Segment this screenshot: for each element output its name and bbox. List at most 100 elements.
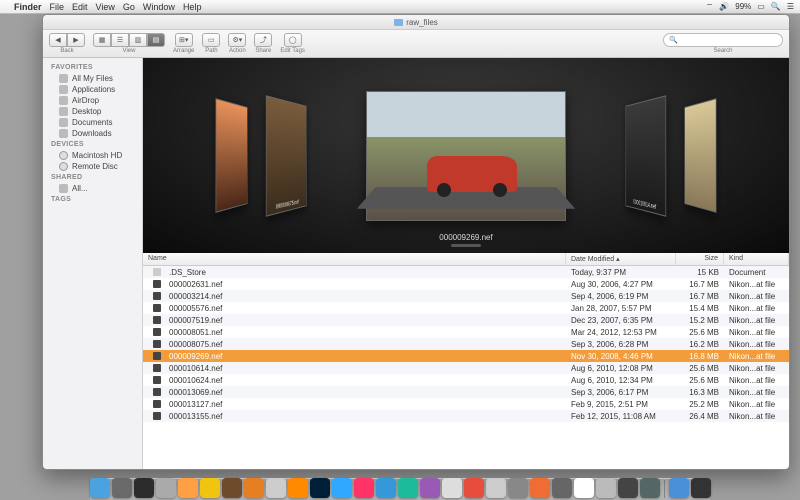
battery-icon[interactable]: ▭ <box>757 2 765 11</box>
dock-app[interactable] <box>669 478 689 498</box>
coverflow[interactable]: 000008075.nef 000010614.nef 000009269.ne… <box>143 58 789 253</box>
dock-app[interactable] <box>508 478 528 498</box>
table-row[interactable]: 000009269.nefNov 30, 2008, 4:46 PM16.8 M… <box>143 350 789 362</box>
menu-view[interactable]: View <box>96 2 115 12</box>
menu-edit[interactable]: Edit <box>72 2 88 12</box>
dock-app[interactable] <box>552 478 572 498</box>
table-row[interactable]: 000013069.nefSep 3, 2006, 6:17 PM16.3 MB… <box>143 386 789 398</box>
dock-app[interactable] <box>310 478 330 498</box>
path-button[interactable]: ▭ <box>202 33 220 47</box>
dock-app[interactable] <box>178 478 198 498</box>
menu-window[interactable]: Window <box>143 2 175 12</box>
sidebar-item[interactable]: Documents <box>43 117 142 128</box>
dock-app[interactable] <box>200 478 220 498</box>
column-date[interactable]: Date Modified ▴ <box>566 253 676 265</box>
table-row[interactable]: 000013155.nefFeb 12, 2015, 11:08 AM26.4 … <box>143 410 789 422</box>
action-button[interactable]: ⚙▾ <box>228 33 246 47</box>
dock-app[interactable] <box>244 478 264 498</box>
coverflow-item[interactable] <box>684 98 716 213</box>
notification-center-icon[interactable]: ☰ <box>787 2 794 11</box>
volume-icon[interactable]: 🔊 <box>719 2 729 11</box>
sidebar: FAVORITES All My FilesApplicationsAirDro… <box>43 58 143 469</box>
dock-app[interactable] <box>398 478 418 498</box>
dock-app[interactable] <box>222 478 242 498</box>
table-row[interactable]: 000010614.nefAug 6, 2010, 12:08 PM25.6 M… <box>143 362 789 374</box>
table-row[interactable]: 000005576.nefJan 28, 2007, 5:57 PM15.4 M… <box>143 302 789 314</box>
sidebar-item-label: Macintosh HD <box>72 151 122 160</box>
coverflow-center[interactable] <box>366 91 566 221</box>
share-button[interactable]: ⤴ <box>254 33 272 47</box>
column-size[interactable]: Size <box>676 253 724 265</box>
dock-app[interactable] <box>420 478 440 498</box>
dock-app[interactable] <box>332 478 352 498</box>
view-icon-button[interactable]: ▦ <box>93 33 111 47</box>
view-coverflow-button[interactable]: ▤ <box>147 33 165 47</box>
file-date: Sep 3, 2006, 6:28 PM <box>566 340 676 349</box>
menu-help[interactable]: Help <box>183 2 202 12</box>
forward-button[interactable]: ▶ <box>67 33 85 47</box>
dock-app[interactable] <box>574 478 594 498</box>
sidebar-item[interactable]: Macintosh HD <box>43 150 142 161</box>
column-kind[interactable]: Kind <box>724 253 789 265</box>
table-row[interactable]: 000008075.nefSep 3, 2006, 6:28 PM16.2 MB… <box>143 338 789 350</box>
dock-app[interactable] <box>691 478 711 498</box>
arrange-button[interactable]: ⊞▾ <box>175 33 193 47</box>
wifi-icon[interactable]: ⌔ <box>706 2 714 12</box>
table-row[interactable]: 000008051.nefMar 24, 2012, 12:53 PM25.6 … <box>143 326 789 338</box>
tags-button[interactable]: ◯ <box>284 33 302 47</box>
table-row[interactable]: 000002631.nefAug 30, 2006, 4:27 PM16.7 M… <box>143 278 789 290</box>
dock-app[interactable] <box>530 478 550 498</box>
sidebar-item[interactable]: AirDrop <box>43 95 142 106</box>
view-column-button[interactable]: ▥ <box>129 33 147 47</box>
dock-app[interactable] <box>112 478 132 498</box>
sidebar-item-label: Applications <box>72 85 115 94</box>
battery-percent[interactable]: 99% <box>735 2 751 11</box>
dock <box>0 472 800 500</box>
file-kind: Nikon...at file <box>724 280 789 289</box>
table-row[interactable]: 000003214.nefSep 4, 2006, 6:19 PM16.7 MB… <box>143 290 789 302</box>
dock-app[interactable] <box>266 478 286 498</box>
coverflow-item[interactable] <box>216 98 248 213</box>
view-label: View <box>123 48 136 54</box>
menu-go[interactable]: Go <box>123 2 135 12</box>
coverflow-item[interactable]: 000008075.nef <box>266 95 307 217</box>
dock-app[interactable] <box>640 478 660 498</box>
dock-app[interactable] <box>618 478 638 498</box>
sidebar-item[interactable]: All My Files <box>43 73 142 84</box>
dock-app[interactable] <box>156 478 176 498</box>
sidebar-item-icon <box>59 96 68 105</box>
file-kind: Nikon...at file <box>724 388 789 397</box>
search-input[interactable]: 🔍 <box>663 33 783 47</box>
table-row[interactable]: 000013127.nefFeb 9, 2015, 2:51 PM25.2 MB… <box>143 398 789 410</box>
dock-app[interactable] <box>464 478 484 498</box>
file-date: Jan 28, 2007, 5:57 PM <box>566 304 676 313</box>
dock-app[interactable] <box>134 478 154 498</box>
table-row[interactable]: 000007519.nefDec 23, 2007, 6:35 PM15.2 M… <box>143 314 789 326</box>
coverflow-item[interactable]: 000010614.nef <box>626 95 667 217</box>
spotlight-icon[interactable]: 🔍 <box>771 2 781 11</box>
dock-app[interactable] <box>90 478 110 498</box>
table-row[interactable]: .DS_StoreToday, 9:37 PM15 KBDocument <box>143 266 789 278</box>
back-button[interactable]: ◀ <box>49 33 67 47</box>
sidebar-item[interactable]: All... <box>43 183 142 194</box>
file-icon <box>153 400 161 408</box>
coverflow-scrubber[interactable] <box>451 244 481 247</box>
column-name[interactable]: Name <box>143 253 566 265</box>
dock-app[interactable] <box>376 478 396 498</box>
table-row[interactable]: 000010624.nefAug 6, 2010, 12:34 PM25.6 M… <box>143 374 789 386</box>
view-list-button[interactable]: ☰ <box>111 33 129 47</box>
menu-file[interactable]: File <box>50 2 65 12</box>
app-name[interactable]: Finder <box>14 2 42 12</box>
dock-app[interactable] <box>354 478 374 498</box>
dock-app[interactable] <box>442 478 462 498</box>
file-size: 25.6 MB <box>676 328 724 337</box>
dock-app[interactable] <box>486 478 506 498</box>
titlebar[interactable]: raw_files <box>43 15 789 30</box>
dock-app[interactable] <box>288 478 308 498</box>
sidebar-item[interactable]: Remote Disc <box>43 161 142 172</box>
file-size: 16.7 MB <box>676 280 724 289</box>
sidebar-item[interactable]: Applications <box>43 84 142 95</box>
sidebar-item[interactable]: Downloads <box>43 128 142 139</box>
sidebar-item[interactable]: Desktop <box>43 106 142 117</box>
dock-app[interactable] <box>596 478 616 498</box>
